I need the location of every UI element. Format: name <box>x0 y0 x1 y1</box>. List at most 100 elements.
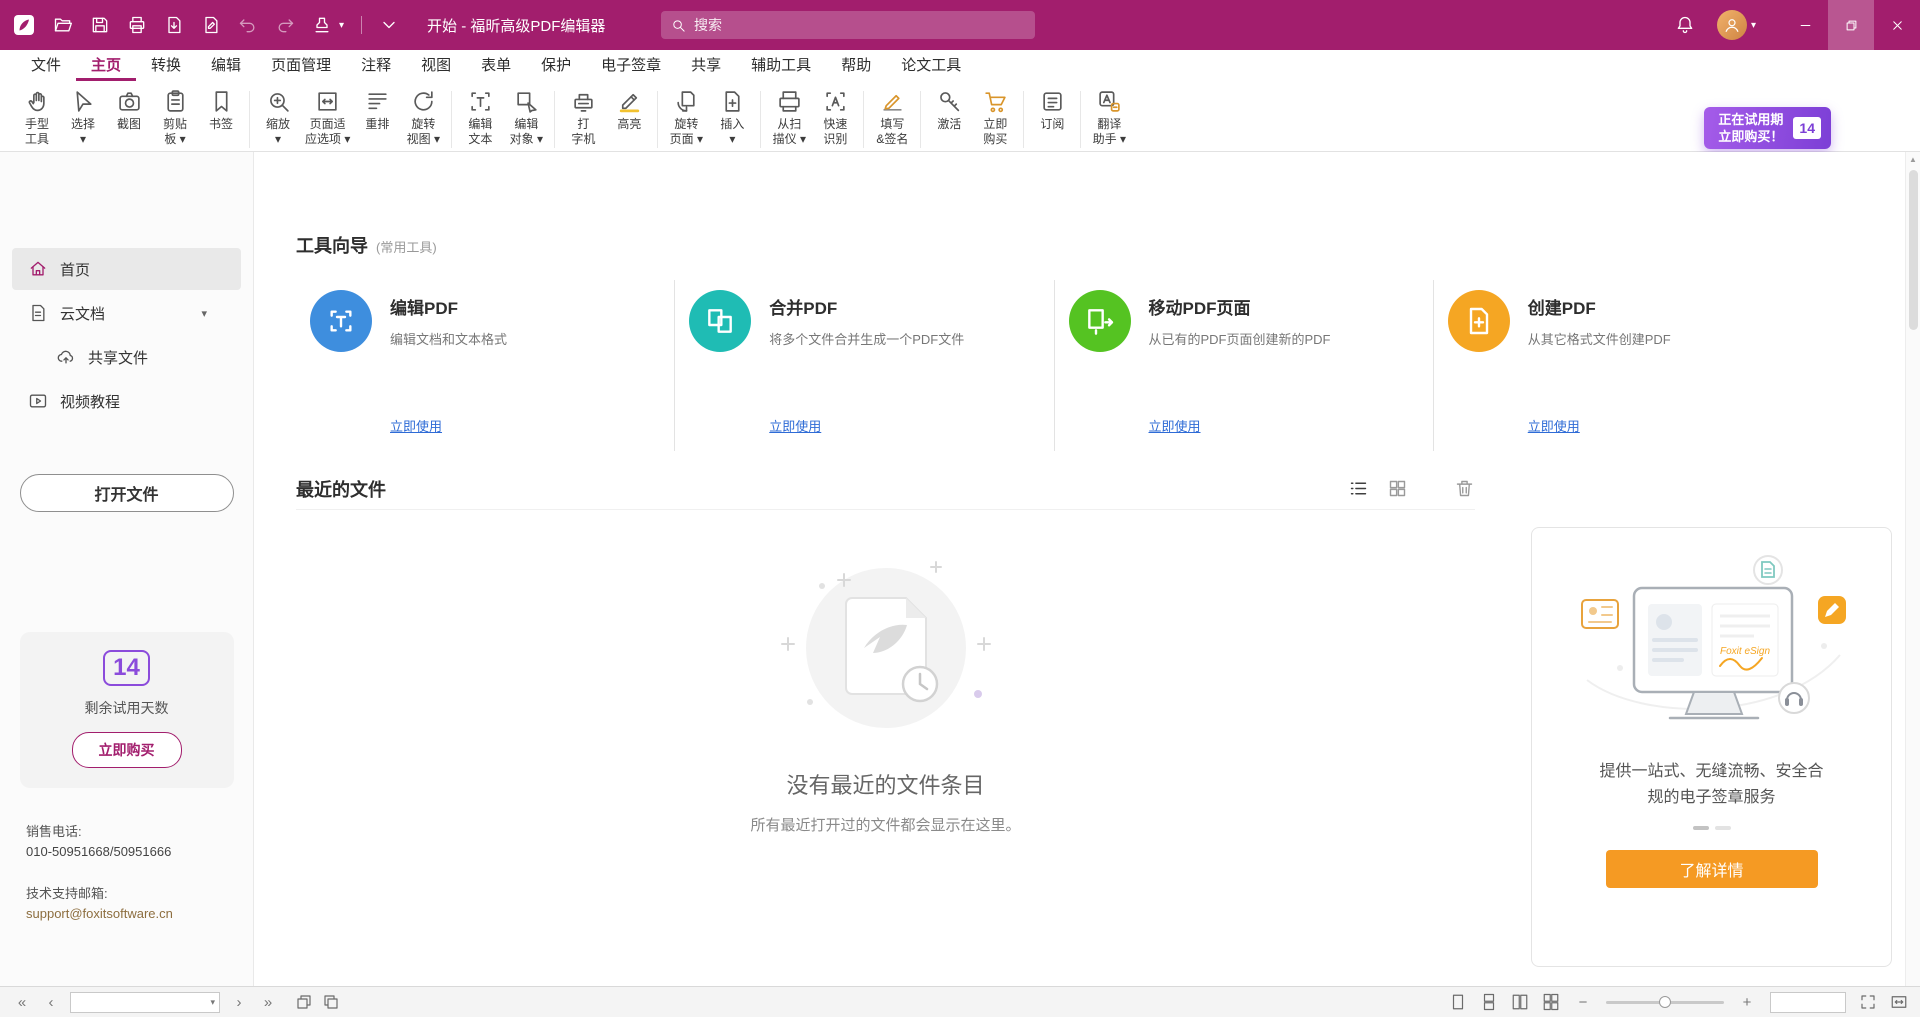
next-page-button[interactable]: › <box>229 991 249 1013</box>
ribbon-tool-highlight[interactable]: 高亮 <box>606 88 652 133</box>
buy-now-button[interactable]: 立即购买 <box>72 732 182 768</box>
open-file-icon[interactable] <box>53 15 73 35</box>
zoom-out-button[interactable]: − <box>1573 991 1593 1013</box>
vertical-scrollbar[interactable]: ▲ <box>1905 152 1920 986</box>
card-move-pdf-pages[interactable]: 移动PDF页面 从已有的PDF页面创建新的PDF 立即使用 <box>1055 280 1434 451</box>
facing-view-icon[interactable] <box>1511 993 1529 1011</box>
ribbon-tool-bookmark[interactable]: 书签 <box>198 88 244 133</box>
menu-file[interactable]: 文件 <box>16 50 76 81</box>
page-number-input[interactable] <box>71 993 206 1012</box>
zoom-value-input[interactable] <box>1771 993 1845 1012</box>
restore-button[interactable] <box>1828 0 1874 50</box>
zoom-slider[interactable] <box>1606 1001 1724 1004</box>
next-view-icon[interactable] <box>322 993 340 1011</box>
menu-help[interactable]: 帮助 <box>826 50 886 81</box>
ribbon-tool-typewriter[interactable]: 打字机 <box>560 88 606 148</box>
export-pdf-icon[interactable] <box>164 15 184 35</box>
zoom-in-button[interactable]: + <box>1737 991 1757 1013</box>
ribbon-tool-rotate-view[interactable]: 旋转视图 ▾ <box>400 88 446 148</box>
scroll-up-arrow-icon[interactable]: ▲ <box>1906 155 1920 164</box>
menu-convert[interactable]: 转换 <box>136 50 196 81</box>
page-dropdown-caret-icon[interactable]: ▾ <box>206 997 219 1008</box>
search-input[interactable] <box>694 17 1025 33</box>
ribbon-tool-ocr[interactable]: 快速识别 <box>812 88 858 148</box>
redo-icon[interactable] <box>275 15 295 35</box>
use-now-link[interactable]: 立即使用 <box>1528 416 1580 435</box>
expand-caret-icon[interactable]: ▾ <box>201 307 207 320</box>
ribbon-tool-clipboard[interactable]: 剪贴板 ▾ <box>152 88 198 148</box>
minimize-button[interactable] <box>1782 0 1828 50</box>
ribbon-tool-fill-sign[interactable]: 填写&签名 <box>869 88 915 148</box>
scrollbar-thumb[interactable] <box>1909 170 1918 330</box>
menu-view[interactable]: 视图 <box>406 50 466 81</box>
menu-esign[interactable]: 电子签章 <box>586 50 676 81</box>
sidebar-item-video-tutorials[interactable]: 视频教程 <box>12 380 241 422</box>
menu-comment[interactable]: 注释 <box>346 50 406 81</box>
sidebar-item-cloud-docs[interactable]: 云文档 ▾ <box>12 292 241 334</box>
learn-more-button[interactable]: 了解详情 <box>1606 850 1818 888</box>
menu-accessibility[interactable]: 辅助工具 <box>736 50 826 81</box>
create-pdf-icon[interactable] <box>201 15 221 35</box>
use-now-link[interactable]: 立即使用 <box>769 416 821 435</box>
use-now-link[interactable]: 立即使用 <box>390 416 442 435</box>
fit-page-icon[interactable] <box>1859 993 1877 1011</box>
ribbon-tool-reflow[interactable]: 重排 <box>354 88 400 133</box>
ribbon-tool-subscribe[interactable]: 订阅 <box>1029 88 1075 133</box>
card-create-pdf[interactable]: 创建PDF 从其它格式文件创建PDF 立即使用 <box>1434 280 1812 451</box>
esign-caret-icon[interactable]: ▾ <box>339 20 344 31</box>
print-icon[interactable] <box>127 15 147 35</box>
menu-protect[interactable]: 保护 <box>526 50 586 81</box>
ribbon-tool-select[interactable]: 选择▾ <box>60 88 106 148</box>
menu-edit[interactable]: 编辑 <box>196 50 256 81</box>
save-icon[interactable] <box>90 15 110 35</box>
ribbon-tool-hand[interactable]: 手型工具 <box>14 88 60 148</box>
sidebar-item-shared-files[interactable]: 共享文件 <box>12 336 241 378</box>
ribbon-tool-insert-pages[interactable]: 插入▾ <box>709 88 755 148</box>
notifications-bell-icon[interactable] <box>1675 15 1695 35</box>
grid-view-icon[interactable] <box>1387 478 1408 499</box>
account-caret-icon[interactable]: ▾ <box>1751 20 1756 31</box>
ribbon-tool-edit-object[interactable]: 编辑对象 ▾ <box>503 88 549 148</box>
menu-page-management[interactable]: 页面管理 <box>256 50 346 81</box>
esign-stamp-icon[interactable] <box>312 15 332 35</box>
continuous-view-icon[interactable] <box>1480 993 1498 1011</box>
support-email-link[interactable]: support@foxitsoftware.cn <box>26 904 253 924</box>
card-edit-pdf[interactable]: 编辑PDF 编辑文档和文本格式 立即使用 <box>296 280 675 451</box>
use-now-link[interactable]: 立即使用 <box>1149 416 1201 435</box>
sidebar-item-home[interactable]: 首页 <box>12 248 241 290</box>
prev-view-icon[interactable] <box>295 993 313 1011</box>
first-page-button[interactable]: « <box>12 991 32 1013</box>
user-avatar[interactable] <box>1717 10 1747 40</box>
menu-paper-tools[interactable]: 论文工具 <box>886 50 976 81</box>
ribbon-tool-snapshot[interactable]: 截图 <box>106 88 152 133</box>
prev-page-button[interactable]: ‹ <box>41 991 61 1013</box>
trial-buy-badge[interactable]: 正在试用期 立即购买！ 14 <box>1704 107 1831 149</box>
empty-state-desc: 所有最近打开过的文件都会显示在这里。 <box>296 814 1475 835</box>
ribbon-tool-buy-now[interactable]: 立即购买 <box>972 88 1018 148</box>
ribbon-tool-page-fit[interactable]: 页面适应选项 ▾ <box>301 88 354 148</box>
menu-home[interactable]: 主页 <box>76 50 136 81</box>
zoom-slider-knob[interactable] <box>1659 996 1671 1008</box>
facing-continuous-view-icon[interactable] <box>1542 993 1560 1011</box>
toolbar-options-chevron-icon[interactable] <box>379 15 399 35</box>
trash-icon[interactable] <box>1454 478 1475 499</box>
undo-icon[interactable] <box>238 15 258 35</box>
menu-share[interactable]: 共享 <box>676 50 736 81</box>
menu-form[interactable]: 表单 <box>466 50 526 81</box>
carousel-dot[interactable] <box>1715 826 1731 830</box>
open-file-button[interactable]: 打开文件 <box>20 474 234 512</box>
ribbon-tool-edit-text[interactable]: 编辑文本 <box>457 88 503 148</box>
fullscreen-icon[interactable] <box>1890 993 1908 1011</box>
ribbon-tool-translate[interactable]: 翻译助手 ▾ <box>1086 88 1132 148</box>
ribbon-tool-rotate-pages[interactable]: 旋转页面 ▾ <box>663 88 709 148</box>
ribbon-tool-zoom[interactable]: 缩放▾ <box>255 88 301 148</box>
ribbon-tool-activate[interactable]: 激活 <box>926 88 972 133</box>
single-page-view-icon[interactable] <box>1449 993 1467 1011</box>
last-page-button[interactable]: » <box>258 991 278 1013</box>
search-box[interactable] <box>661 11 1035 39</box>
ribbon-tool-scanner[interactable]: 从扫描仪 ▾ <box>766 88 812 148</box>
close-button[interactable] <box>1874 0 1920 50</box>
list-view-icon[interactable] <box>1348 478 1369 499</box>
carousel-dot[interactable] <box>1693 826 1709 830</box>
card-merge-pdf[interactable]: 合并PDF 将多个文件合并生成一个PDF文件 立即使用 <box>675 280 1054 451</box>
